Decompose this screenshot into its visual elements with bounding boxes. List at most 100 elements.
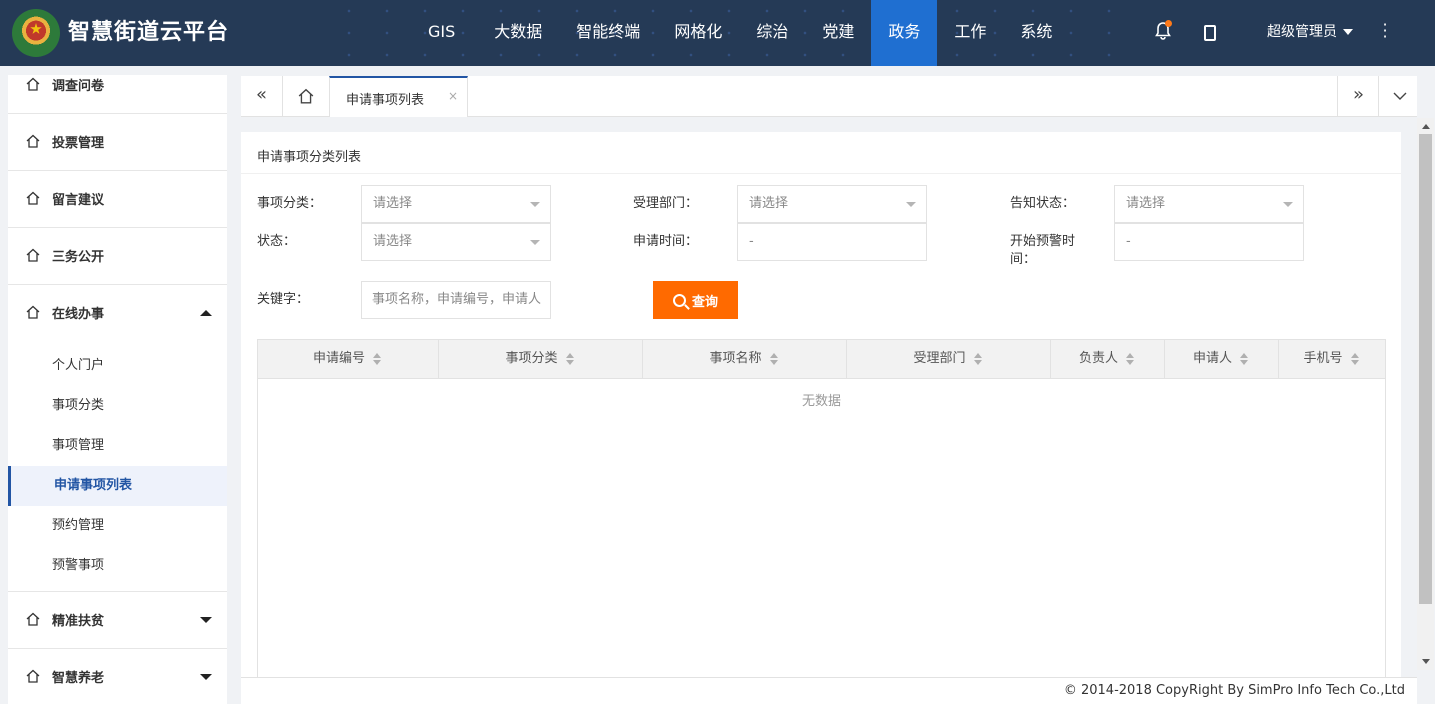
category-label: 事项分类： [257, 196, 323, 211]
bell-icon[interactable] [1150, 20, 1176, 44]
nav-item-terminal[interactable]: 智能终端 [559, 0, 657, 66]
nav-item-bigdata[interactable]: 大数据 [477, 0, 559, 66]
date-placeholder: - [749, 234, 754, 249]
select-placeholder: 请选择 [373, 196, 413, 211]
scroll-thumb[interactable] [1419, 134, 1432, 604]
home-tab-icon[interactable] [285, 76, 327, 116]
user-menu[interactable]: 超级管理员 [1267, 0, 1353, 64]
close-icon[interactable]: × [448, 89, 458, 103]
column-header-item-name[interactable]: 事项名称 [643, 340, 847, 379]
chevron-up-icon [200, 310, 212, 316]
nav-item-government-affairs[interactable]: 政务 [871, 0, 938, 66]
content-panel: 申请事项分类列表 事项分类： 请选择 受理部门： 请选择 告知状态： 请选择 状… [241, 132, 1401, 677]
more-icon[interactable]: · · · [1380, 17, 1390, 45]
sidebar-group-label: 精准扶贫 [52, 614, 105, 629]
keyword-input[interactable] [372, 282, 550, 317]
sidebar-group-elderly-care[interactable]: 智慧养老 [8, 649, 227, 704]
warn-time-input[interactable]: - [1114, 223, 1304, 261]
dept-select[interactable]: 请选择 [737, 185, 927, 223]
panel-title: 申请事项分类列表 [257, 150, 362, 165]
home-icon [26, 612, 40, 626]
sort-icon [973, 352, 984, 365]
chevron-down-icon [200, 617, 212, 623]
column-label: 申请编号 [312, 351, 365, 366]
nav-item-gis[interactable]: GIS [406, 0, 477, 66]
sidebar-item-appointment[interactable]: 预约管理 [8, 506, 227, 546]
main-nav: GIS 大数据 智能终端 网格化 综治 党建 政务 工作 系统 [406, 0, 1069, 66]
sidebar-group-disclosure[interactable]: 三务公开 [8, 228, 227, 285]
keyword-field[interactable] [361, 281, 551, 319]
chevron-down-icon [530, 240, 540, 245]
column-label: 事项分类 [505, 351, 558, 366]
chevron-down-icon [906, 202, 916, 207]
warn-time-label: 开始预警时间： [1010, 234, 1076, 267]
sidebar-group-label: 智慧养老 [52, 671, 105, 686]
double-left-icon[interactable]: « [241, 76, 283, 116]
chevron-down-icon[interactable] [1378, 76, 1420, 116]
column-label: 受理部门 [913, 351, 966, 366]
scroll-down-icon[interactable] [1422, 659, 1430, 664]
nav-item-grid[interactable]: 网格化 [657, 0, 739, 66]
sidebar-group-label: 投票管理 [52, 136, 105, 151]
data-table: 申请编号 事项分类 事项名称 受理部门 负责人 申请人 手机号 无数据 [257, 339, 1386, 677]
tab-strip: « 申请事项列表 × » [241, 76, 1417, 117]
sidebar-item-management[interactable]: 事项管理 [8, 426, 227, 466]
column-header-department[interactable]: 受理部门 [847, 340, 1051, 379]
status-select[interactable]: 请选择 [361, 223, 551, 261]
home-icon [26, 248, 40, 262]
notification-dot [1165, 20, 1172, 27]
vertical-scrollbar[interactable] [1417, 118, 1434, 670]
search-icon [672, 293, 686, 307]
tab-label: 申请事项列表 [346, 93, 425, 108]
top-icons [1150, 0, 1216, 66]
tab-application-list[interactable]: 申请事项列表 × [329, 76, 468, 117]
dept-label: 受理部门： [633, 196, 699, 211]
column-header-phone[interactable]: 手机号 [1279, 340, 1385, 379]
notify-select[interactable]: 请选择 [1114, 185, 1304, 223]
nav-item-work[interactable]: 工作 [937, 0, 1003, 66]
sidebar-group-voting[interactable]: 投票管理 [8, 114, 227, 171]
date-placeholder: - [1126, 234, 1131, 249]
sidebar: 调查问卷 投票管理 留言建议 三务公开 在线办事 个人门户 事项分类 事项管理 … [8, 75, 227, 704]
chevron-down-icon [530, 202, 540, 207]
apply-time-label: 申请时间： [633, 234, 699, 249]
scroll-up-icon[interactable] [1422, 124, 1430, 129]
divider [241, 173, 1401, 174]
sidebar-item-application-list[interactable]: 申请事项列表 [8, 466, 227, 506]
column-header-application-no[interactable]: 申请编号 [258, 340, 439, 379]
sidebar-group-suggestions[interactable]: 留言建议 [8, 171, 227, 228]
sidebar-group-survey[interactable]: 调查问卷 [8, 75, 227, 114]
home-icon [26, 669, 40, 683]
sidebar-item-personal-portal[interactable]: 个人门户 [8, 346, 227, 386]
sidebar-group-poverty-alleviation[interactable]: 精准扶贫 [8, 592, 227, 649]
chevron-down-icon [200, 674, 212, 680]
column-header-applicant[interactable]: 申请人 [1165, 340, 1279, 379]
sidebar-group-label: 三务公开 [52, 250, 105, 265]
sort-icon [565, 352, 576, 365]
search-button[interactable]: 查询 [653, 281, 738, 319]
nav-item-system[interactable]: 系统 [1003, 0, 1069, 66]
logo-emblem-icon [12, 9, 60, 57]
sidebar-item-category[interactable]: 事项分类 [8, 386, 227, 426]
sidebar-item-warning[interactable]: 预警事项 [8, 546, 227, 592]
sidebar-group-label: 留言建议 [52, 193, 105, 208]
column-header-person-in-charge[interactable]: 负责人 [1051, 340, 1165, 379]
category-select[interactable]: 请选择 [361, 185, 551, 223]
sort-icon [1126, 352, 1136, 365]
sidebar-group-online-services[interactable]: 在线办事 [8, 285, 227, 342]
notify-label: 告知状态： [1010, 196, 1076, 211]
copyright-text: © 2014-2018 CopyRight By SimPro Info Tec… [1063, 683, 1405, 698]
apply-time-input[interactable]: - [737, 223, 927, 261]
home-icon [26, 191, 40, 205]
sort-icon [373, 352, 383, 365]
home-icon [26, 305, 40, 319]
column-header-category[interactable]: 事项分类 [439, 340, 643, 379]
status-label: 状态： [257, 234, 297, 249]
select-placeholder: 请选择 [373, 234, 413, 249]
column-label: 手机号 [1303, 351, 1343, 366]
phone-icon[interactable] [1204, 25, 1216, 41]
top-navigation-bar: 智慧街道云平台 GIS 大数据 智能终端 网格化 综治 党建 政务 工作 系统 … [0, 0, 1435, 66]
nav-item-party[interactable]: 党建 [805, 0, 871, 66]
double-right-icon[interactable]: » [1337, 76, 1379, 116]
nav-item-governance[interactable]: 综治 [739, 0, 805, 66]
